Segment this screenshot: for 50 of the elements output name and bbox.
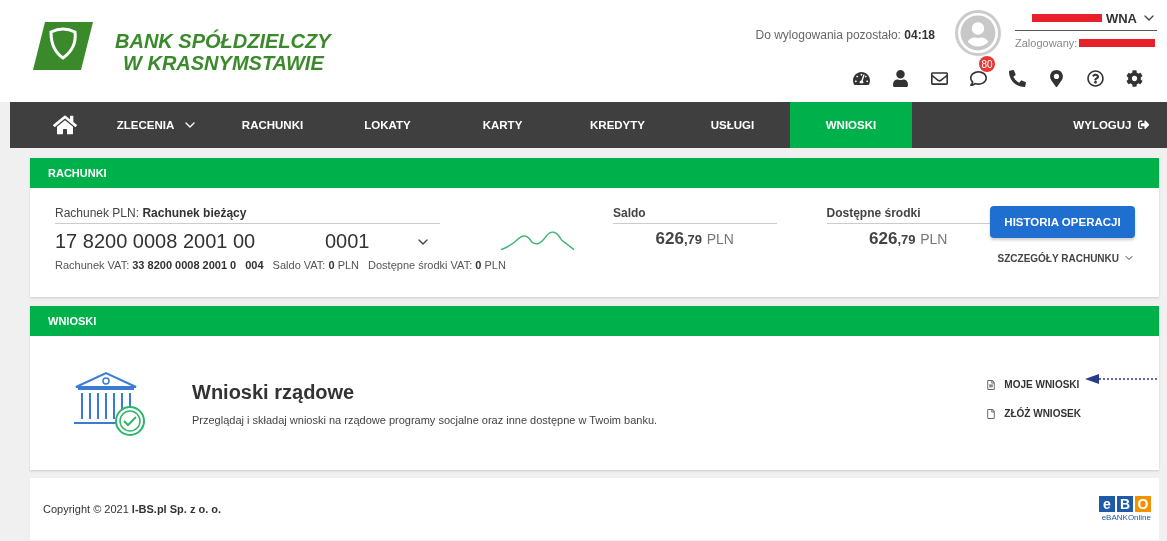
- copyright-text: Copyright © 2021 I-BS.pl Sp. z o. o.: [43, 503, 222, 515]
- nav-item[interactable]: USŁUGI: [675, 102, 790, 148]
- application-link[interactable]: MOJE WNIOSKI: [986, 379, 1081, 390]
- logout-timer: Do wylogowania pozostało: 04:18: [755, 28, 935, 42]
- vat-balance: Saldo VAT: 0 PLN: [272, 259, 360, 271]
- redaction-bar: [1031, 14, 1102, 22]
- balance-amount: 626,79 PLN: [868, 229, 949, 249]
- nav-item[interactable]: ZLECENIA: [100, 102, 215, 148]
- user-icon[interactable]: [892, 70, 909, 87]
- blank-page-icon: [986, 408, 997, 419]
- section-description: Przeglądaj i składaj wnioski na rządowe programy socjalne oraz inne dostępne w Twoim banku.: [192, 413, 658, 426]
- balance-label: Saldo: [613, 206, 777, 224]
- settings-icon[interactable]: [1126, 70, 1143, 87]
- logo-letter: B: [1117, 496, 1133, 512]
- account-selector[interactable]: 17 8200 0008 2001 00 0001: [55, 230, 440, 253]
- help-icon[interactable]: [1087, 70, 1104, 87]
- section-heading: Wnioski rządowe: [192, 380, 356, 404]
- logo-caption: eBANKOnline: [1101, 513, 1151, 522]
- message-count-badge: 80: [979, 56, 995, 72]
- logout-button[interactable]: WYLOGUJ: [1073, 102, 1167, 148]
- bank-name: BANK SPÓŁDZIELCZY W KRASNYMSTAWIE: [115, 30, 331, 74]
- balance-amount: 626,79 PLN: [654, 229, 735, 249]
- nav-item[interactable]: LOKATY: [330, 102, 445, 148]
- nav-item[interactable]: KREDYTY: [560, 102, 675, 148]
- account-label: Rachunek PLN: Rachunek bieżący: [55, 206, 440, 224]
- document-icon: [986, 379, 997, 390]
- mail-icon[interactable]: [931, 70, 948, 87]
- vat-account-suffix: 004: [245, 259, 264, 271]
- vat-available: Dostępne środki VAT: 0 PLN: [368, 259, 506, 271]
- avatar-icon: [955, 10, 1001, 56]
- phone-icon[interactable]: [1009, 70, 1026, 87]
- logo-letter: e: [1099, 496, 1115, 512]
- nav-item[interactable]: KARTY: [445, 102, 560, 148]
- history-button[interactable]: HISTORIA OPERACJI: [990, 206, 1135, 238]
- logged-in-label: Zalogowany:: [1015, 37, 1078, 49]
- bank-logo-icon: [33, 22, 93, 70]
- section-header: WNIOSKI: [30, 306, 1159, 336]
- balance-label: Dostępne środki: [826, 206, 990, 224]
- account-details-link[interactable]: SZCZEGÓŁY RACHUNKU: [997, 252, 1135, 264]
- map-pin-icon[interactable]: [1048, 70, 1065, 87]
- nav-item[interactable]: RACHUNKI: [215, 102, 330, 148]
- chat-icon[interactable]: [970, 70, 987, 87]
- dashboard-icon[interactable]: [853, 70, 870, 87]
- logo-letter: O: [1135, 496, 1151, 512]
- home-icon: [53, 113, 77, 137]
- section-header: RACHUNKI: [30, 158, 1159, 188]
- application-link[interactable]: ZŁÓŻ WNIOSEK: [986, 408, 1081, 419]
- vat-account: Rachunek VAT: 33 8200 0008 2001 0: [55, 259, 237, 271]
- user-name[interactable]: WNA: [1105, 10, 1137, 26]
- logout-icon: [1137, 119, 1149, 131]
